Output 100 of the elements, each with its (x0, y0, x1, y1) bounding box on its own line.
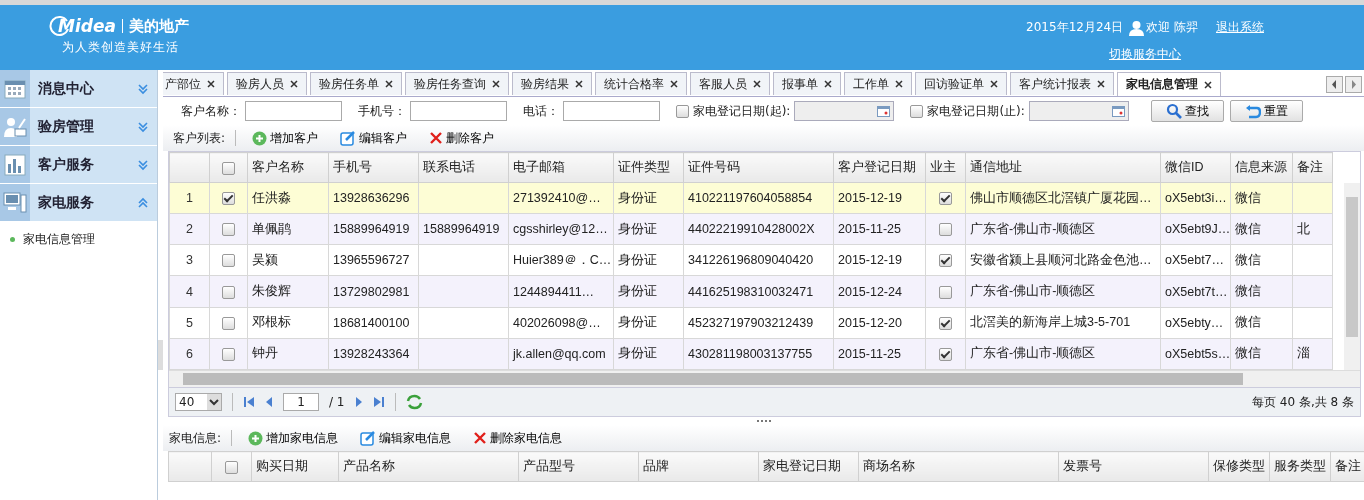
column-header[interactable]: 服务类型 (1269, 451, 1331, 482)
row-checkbox[interactable] (222, 254, 235, 268)
table-cell: 身份证 (613, 244, 684, 276)
sidebar-item[interactable]: 家电服务 (0, 184, 157, 222)
delete-button[interactable]: 删除家电信息 (467, 429, 569, 447)
column-header[interactable]: 手机号 (328, 152, 419, 183)
column-header[interactable]: 家电登记日期 (758, 451, 859, 482)
sidebar-item[interactable]: 客户服务 (0, 146, 157, 184)
close-icon[interactable] (492, 80, 500, 88)
first-page-icon[interactable] (243, 396, 255, 408)
row-checkbox[interactable] (222, 316, 235, 330)
edit-button[interactable]: 编辑家电信息 (354, 429, 458, 447)
column-header[interactable]: 电子邮箱 (508, 152, 614, 183)
scroll-left-button[interactable] (1326, 76, 1343, 93)
input-field[interactable] (563, 101, 660, 121)
tab[interactable]: 客服人员 (690, 72, 770, 95)
input-field[interactable] (245, 101, 342, 121)
column-header[interactable]: 品牌 (638, 451, 759, 482)
table-cell: oX5ebt7t… (1160, 275, 1231, 308)
close-icon[interactable] (1097, 80, 1105, 88)
checkbox[interactable] (676, 104, 689, 118)
sidebar-item[interactable]: 消息中心 (0, 70, 157, 108)
refresh-icon[interactable] (405, 394, 423, 410)
table-row[interactable]: 5 邓根标 18681400100 402026098@… 身份证 452327197903212439 2015-12-20 北滘美的新海岸上城3-5-701 oX5ebty… 微信 (169, 307, 1333, 339)
input-field[interactable] (410, 101, 507, 121)
column-header[interactable]: 业主 (925, 152, 966, 183)
add-button[interactable]: 增加客户 (246, 129, 325, 147)
delete-button[interactable]: 删除客户 (423, 129, 501, 147)
close-icon[interactable] (575, 80, 583, 88)
row-checkbox[interactable] (222, 192, 235, 206)
close-icon[interactable] (990, 80, 998, 88)
page-input[interactable]: 1 (283, 393, 319, 411)
select-all-checkbox[interactable] (225, 460, 238, 474)
close-icon[interactable] (824, 80, 832, 88)
calendar-icon[interactable] (1111, 105, 1125, 117)
row-checkbox[interactable] (222, 285, 235, 299)
close-icon[interactable] (670, 80, 678, 88)
close-icon[interactable] (1204, 80, 1212, 89)
column-header[interactable]: 备注 (1292, 152, 1333, 183)
column-header[interactable]: 产品型号 (518, 451, 639, 482)
select-all-checkbox[interactable] (222, 161, 235, 175)
table-row[interactable]: 3 吴颍 13965596727 Huier389＠．C… 身份证 341226196809040420 2015-12-19 安徽省颍上县顺河北路金色池… oX5ebt7… 微信 (169, 244, 1333, 276)
column-header[interactable]: 保修类型 (1208, 451, 1270, 482)
table-row[interactable]: 6 钟丹 13928243364 jk.allen@qq.com 身份证 430281198003137755 2015-11-25 广东省-佛山市-顺德区 oX5ebt5s… 微信 淄 (169, 338, 1333, 370)
close-icon[interactable] (753, 80, 761, 88)
dropdown-caret-icon[interactable] (207, 394, 221, 410)
collapse-handle[interactable] (158, 340, 163, 370)
close-icon[interactable] (290, 80, 298, 88)
search-button[interactable]: 查找 (1150, 100, 1224, 122)
tab[interactable]: 客户统计报表 (1010, 72, 1114, 95)
column-header[interactable]: 信息来源 (1230, 152, 1293, 183)
close-icon[interactable] (895, 80, 903, 88)
column-header[interactable]: 购买日期 (251, 451, 339, 482)
checkbox[interactable] (910, 104, 924, 118)
tab[interactable]: 报事单 (773, 72, 841, 95)
bar-chart-icon (4, 153, 26, 176)
horizontal-scrollbar[interactable] (169, 370, 1360, 387)
sidebar-item[interactable]: 验房管理 (0, 108, 157, 146)
column-header[interactable]: 联系电话 (418, 152, 509, 183)
close-icon[interactable] (385, 80, 393, 88)
date-field[interactable] (1028, 101, 1129, 121)
table-row[interactable]: 1 任洪淼 13928636296 271392410@… 身份证 410221197604058854 2015-12-19 佛山市顺德区北滘镇广厦花园… oX5ebt3i… 微信 (169, 182, 1333, 214)
sidebar-subitem[interactable]: 家电信息管理 (0, 222, 157, 248)
column-header[interactable]: 商场名称 (858, 451, 1059, 482)
column-header[interactable]: 证件类型 (613, 152, 684, 183)
add-button[interactable]: 增加家电信息 (242, 429, 345, 447)
tab[interactable]: 验房任务查询 (405, 72, 509, 95)
close-icon[interactable] (207, 80, 215, 88)
last-page-icon[interactable] (372, 396, 385, 408)
reset-button[interactable]: 重置 (1229, 100, 1303, 122)
previous-page-icon[interactable] (265, 396, 273, 408)
tab[interactable]: 回访验证单 (915, 72, 1007, 95)
page-size-select[interactable]: 40 (175, 393, 222, 411)
table-cell: 44022219910428002X (683, 213, 834, 245)
tab[interactable]: 家电信息管理 (1117, 72, 1221, 96)
tab[interactable]: 验房结果 (512, 72, 592, 95)
column-header[interactable]: 备注 (1330, 451, 1364, 482)
column-header[interactable]: 微信ID (1160, 152, 1231, 183)
calendar-icon[interactable] (877, 105, 891, 117)
column-header[interactable]: 产品名称 (338, 451, 519, 482)
tab[interactable]: 验房人员 (227, 72, 307, 95)
scroll-right-button[interactable] (1345, 76, 1362, 93)
tab[interactable]: 验房任务单 (310, 72, 402, 95)
column-header[interactable]: 通信地址 (965, 152, 1161, 183)
column-header[interactable]: 发票号 (1058, 451, 1209, 482)
vertical-scrollbar[interactable] (1344, 183, 1360, 370)
row-checkbox[interactable] (222, 348, 235, 361)
column-header[interactable]: 客户登记日期 (833, 152, 926, 183)
pagination-summary: 每页 40 条,共 8 条 (1252, 393, 1354, 411)
tab[interactable]: 统计合格率 (595, 72, 687, 95)
edit-button[interactable]: 编辑客户 (334, 129, 414, 147)
next-page-icon[interactable] (354, 396, 363, 408)
date-field[interactable] (794, 101, 895, 121)
column-header[interactable]: 客户名称 (247, 152, 329, 183)
row-checkbox[interactable] (222, 223, 235, 237)
tab[interactable]: 工作单 (844, 72, 912, 95)
table-row[interactable]: 2 单佩鹃 15889964919 15889964919 cgsshirley@12… 身份证 44022219910428002X 2015-11-25 广东省-佛山市-顺德区 oX5ebt9J… 微信 北 (169, 213, 1333, 245)
table-row[interactable]: 4 朱俊辉 13729802981 1244894411… 身份证 441625198310032471 2015-12-24 广东省-佛山市-顺德区 oX5ebt7t… 微信 (169, 275, 1333, 308)
tab[interactable]: 产部位 (163, 72, 224, 95)
column-header[interactable]: 证件号码 (683, 152, 834, 183)
